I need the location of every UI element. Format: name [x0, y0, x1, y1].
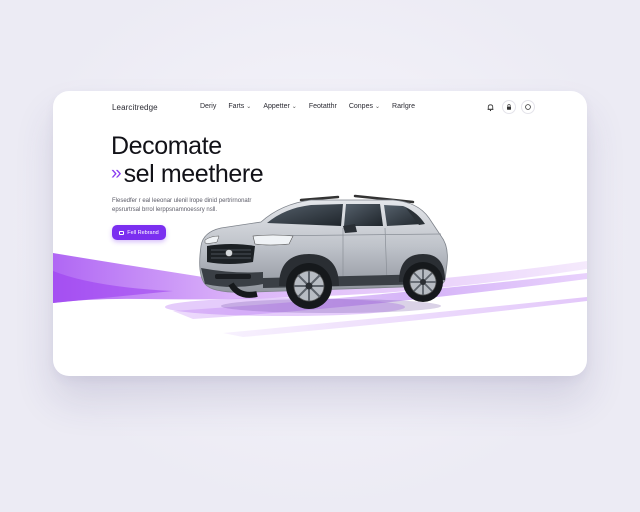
website-mockup-card: Learcitredge Deriy Farts ⌄ Appetter ⌄ Fe…	[53, 91, 587, 376]
nav-item-2[interactable]: Farts ⌄	[228, 103, 251, 110]
headline-line-2: » sel meethere	[111, 160, 264, 188]
chevron-down-icon: ⌄	[246, 104, 252, 110]
headline-line-2-text: sel meethere	[123, 160, 264, 188]
headline-line-1: Decomate	[111, 132, 222, 160]
nav-item-label: Feotatthr	[308, 103, 337, 110]
nav-item-5[interactable]: Conpes ⌄	[349, 103, 380, 110]
nav-item-6[interactable]: Rarlgre	[392, 103, 415, 110]
nav-item-label: Conpes	[348, 103, 373, 110]
nav-item-label: Appetter	[263, 103, 290, 110]
cta-label: Fell Rebrand	[127, 229, 159, 236]
message-icon	[119, 230, 125, 235]
cta-button[interactable]: Fell Rebrand	[112, 225, 166, 240]
chevron-down-icon: ⌄	[291, 104, 297, 110]
nav-icon-group	[483, 100, 535, 114]
nav-item-label: Deriy	[200, 103, 217, 110]
nav-item-label: Farts	[228, 103, 245, 110]
chevron-down-icon: ⌄	[374, 104, 381, 110]
lock-icon[interactable]	[502, 100, 516, 114]
bell-icon[interactable]	[483, 100, 497, 114]
brand-logo[interactable]: Learcitredge	[112, 103, 158, 112]
suv-car-image	[199, 194, 448, 313]
search-icon[interactable]	[521, 100, 535, 114]
nav-item-1[interactable]: Deriy	[200, 103, 216, 110]
top-navigation: Learcitredge Deriy Farts ⌄ Appetter ⌄ Fe…	[53, 91, 587, 125]
hero-headline: Decomate » sel meethere	[111, 132, 264, 188]
double-chevron-icon: »	[111, 163, 121, 184]
nav-item-4[interactable]: Feotatthr	[309, 103, 337, 110]
nav-item-label: Rarlgre	[392, 103, 415, 110]
nav-item-3[interactable]: Appetter ⌄	[263, 103, 297, 110]
nav-menu: Deriy Farts ⌄ Appetter ⌄ Feotatthr Conpe…	[200, 103, 427, 110]
